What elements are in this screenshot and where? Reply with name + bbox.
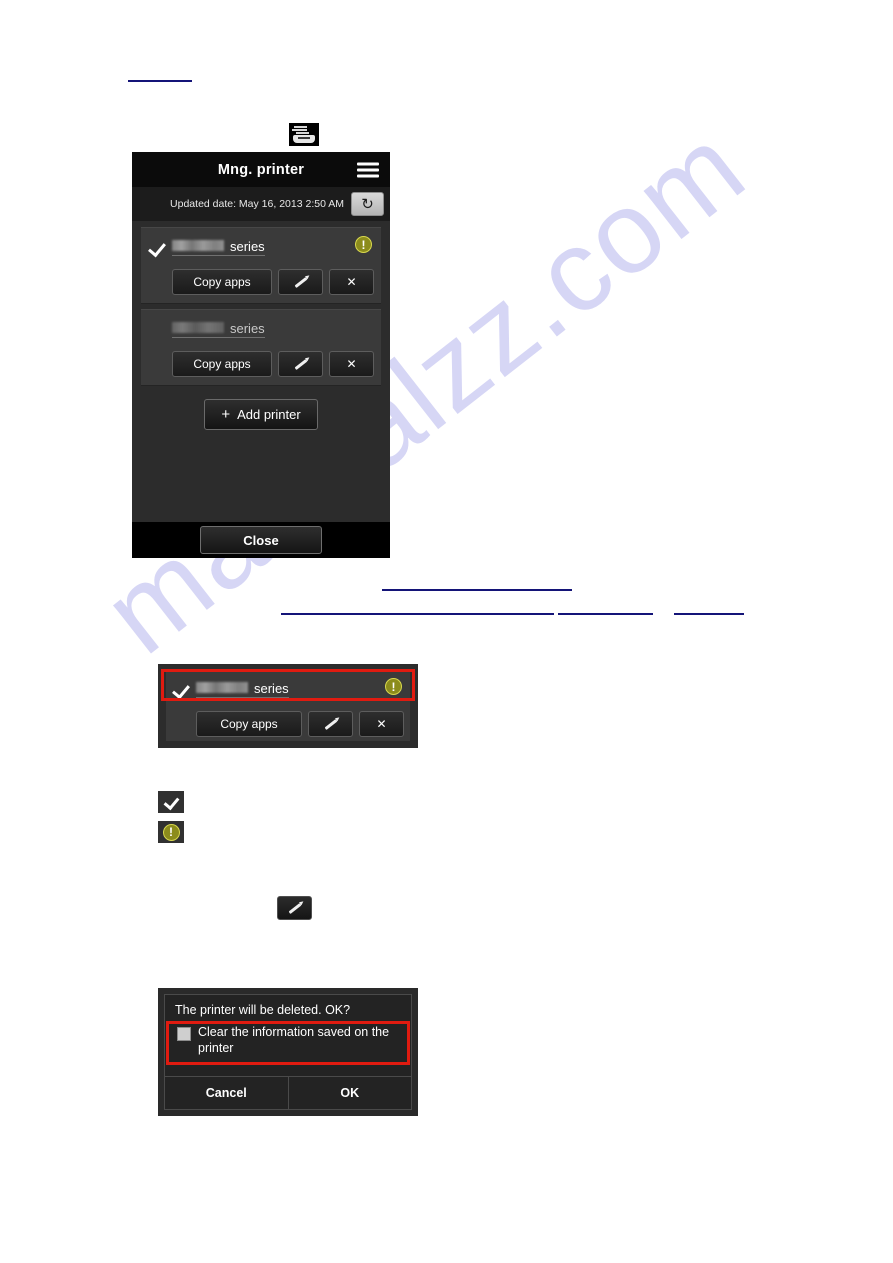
redacted-model-text: [196, 682, 248, 693]
clear-info-label: Clear the information saved on the print…: [198, 1025, 390, 1055]
printer-card[interactable]: series ! Copy apps ✕: [141, 227, 381, 304]
printer-icon-bar: [296, 132, 309, 134]
add-printer-label: Add printer: [237, 407, 301, 422]
cancel-button[interactable]: Cancel: [165, 1077, 289, 1109]
warning-status-icon[interactable]: !: [385, 678, 402, 695]
printer-card[interactable]: series ! Copy apps ✕: [166, 671, 410, 741]
clear-info-option-row[interactable]: Clear the information saved on the print…: [165, 1021, 411, 1076]
link-underline-top[interactable]: [128, 80, 192, 82]
printer-card-actions: Copy apps ✕: [148, 269, 374, 295]
redacted-model-text: [172, 322, 224, 333]
printer-icon-bar: [294, 126, 307, 128]
updated-date-label: Updated date: May 16, 2013 2:50 AM: [170, 198, 344, 210]
series-label: series: [254, 681, 289, 696]
printer-card[interactable]: series Copy apps ✕: [141, 309, 381, 386]
hamburger-line: [357, 168, 379, 171]
redacted-model-text: [172, 240, 224, 251]
warning-status-icon[interactable]: !: [355, 236, 372, 253]
pencil-icon: [288, 902, 301, 914]
printer-device-icon: [289, 123, 319, 146]
check-icon: [148, 239, 168, 257]
printer-card-header: series !: [148, 234, 374, 261]
printer-icon-bar: [292, 129, 307, 131]
dialog-body: The printer will be deleted. OK? Clear t…: [164, 994, 412, 1110]
delete-printer-button[interactable]: ✕: [329, 269, 374, 295]
copy-apps-button[interactable]: Copy apps: [172, 269, 272, 295]
ok-button[interactable]: OK: [289, 1077, 412, 1109]
add-printer-row: + Add printer: [141, 399, 381, 430]
link-underline-mid-2[interactable]: [281, 613, 554, 615]
page-title: Mng. printer: [217, 161, 305, 178]
hamburger-line: [357, 174, 379, 177]
close-button[interactable]: Close: [200, 526, 322, 554]
updated-date-row: Updated date: May 16, 2013 2:50 AM ↻: [132, 187, 390, 221]
hamburger-line: [357, 162, 379, 165]
printer-model-name: series: [196, 681, 289, 698]
printer-card-actions: Copy apps ✕: [172, 711, 404, 737]
plus-icon: +: [221, 406, 231, 423]
check-icon: [172, 681, 192, 699]
delete-confirm-dialog: The printer will be deleted. OK? Clear t…: [158, 988, 418, 1116]
panel-footer: Close: [132, 522, 390, 558]
warning-icon: !: [162, 823, 180, 841]
refresh-button[interactable]: ↻: [351, 192, 384, 216]
delete-printer-button[interactable]: ✕: [359, 711, 404, 737]
link-underline-mid-1[interactable]: [382, 589, 572, 591]
link-underline-mid-4[interactable]: [674, 613, 744, 615]
check-icon: [163, 795, 179, 810]
printer-model-name: series: [172, 321, 265, 338]
printer-card-callout: series ! Copy apps ✕: [158, 664, 418, 748]
link-underline-mid-3[interactable]: [558, 613, 653, 615]
manage-printer-panel: Mng. printer Updated date: May 16, 2013 …: [132, 152, 390, 558]
edit-printer-button[interactable]: [308, 711, 353, 737]
dialog-button-row: Cancel OK: [165, 1076, 411, 1109]
pencil-icon: [294, 276, 307, 288]
edit-printer-button[interactable]: [278, 351, 323, 377]
printer-list: series ! Copy apps ✕ series Copy apps ✕ …: [132, 221, 390, 522]
printer-model-name: series: [172, 239, 265, 256]
clear-info-checkbox[interactable]: [177, 1027, 191, 1041]
panel-titlebar: Mng. printer: [132, 152, 390, 187]
add-printer-button[interactable]: + Add printer: [204, 399, 318, 430]
printer-card-header: series: [148, 316, 374, 343]
legend-check-icon: [158, 791, 184, 813]
printer-icon-slot: [298, 137, 310, 139]
series-label: series: [230, 321, 265, 336]
printer-card-actions: Copy apps ✕: [148, 351, 374, 377]
dialog-question: The printer will be deleted. OK?: [175, 1003, 351, 1017]
printer-card-header: series !: [172, 676, 404, 703]
legend-pencil-icon: [277, 896, 312, 920]
delete-printer-button[interactable]: ✕: [329, 351, 374, 377]
edit-printer-button[interactable]: [278, 269, 323, 295]
copy-apps-button[interactable]: Copy apps: [196, 711, 302, 737]
hamburger-menu-icon[interactable]: [357, 162, 379, 177]
legend-warning-icon: !: [158, 821, 184, 843]
series-label: series: [230, 239, 265, 254]
copy-apps-button[interactable]: Copy apps: [172, 351, 272, 377]
pencil-icon: [294, 358, 307, 370]
pencil-icon: [324, 718, 337, 730]
